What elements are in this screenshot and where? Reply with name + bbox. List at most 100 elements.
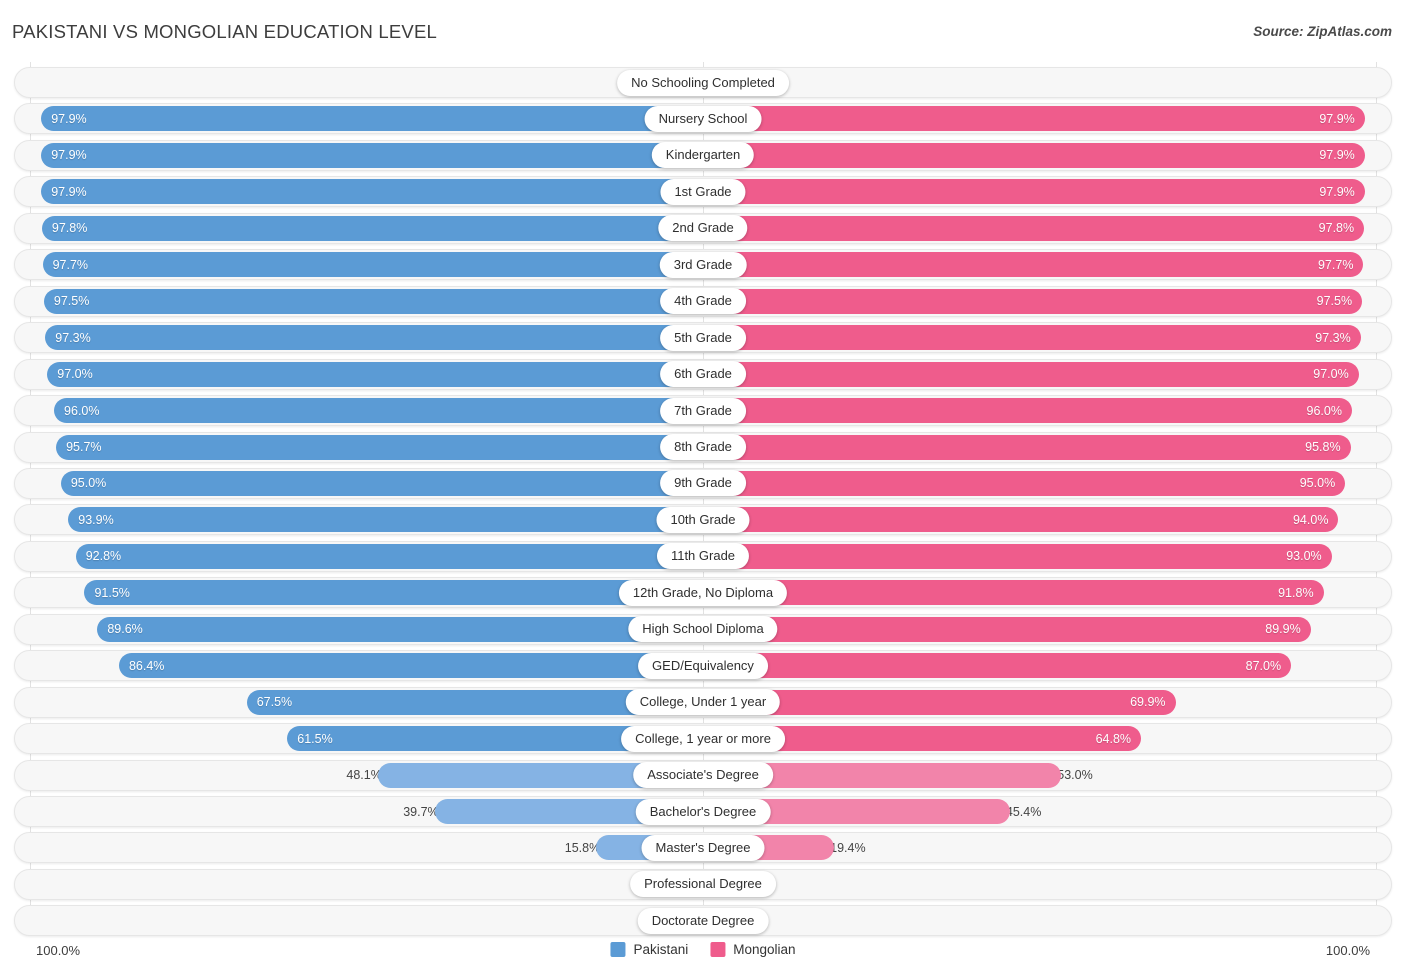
bar-mongolian[interactable]: 97.9% bbox=[703, 142, 1365, 168]
chart-row[interactable]: 96.0% 96.0% 7th Grade bbox=[14, 395, 1392, 427]
chart-row[interactable]: 89.6% 89.9% High School Diploma bbox=[14, 613, 1392, 645]
chart-row[interactable]: 93.9% 94.0% 10th Grade bbox=[14, 504, 1392, 536]
bar-mongolian[interactable]: 97.3% bbox=[703, 325, 1361, 351]
value-label-mongolian: 87.0% bbox=[1245, 658, 1282, 673]
chart-row-inner: 95.7% 95.8% 8th Grade bbox=[15, 433, 1391, 462]
chart-row[interactable]: 39.7% 45.4% Bachelor's Degree bbox=[14, 796, 1392, 827]
diverging-bar-chart: 2.1%2.1%No Schooling Completed97.9%97.9%… bbox=[0, 62, 1406, 937]
bar-mongolian[interactable]: 97.8% bbox=[703, 215, 1365, 241]
chart-row-inner: 89.6% 89.9% High School Diploma bbox=[15, 615, 1391, 644]
bar-mongolian[interactable]: 97.5% bbox=[703, 288, 1363, 314]
bar-mongolian[interactable]: 93.0% bbox=[703, 543, 1332, 569]
value-label-mongolian: 69.9% bbox=[1130, 695, 1166, 710]
value-label-pakistani: 39.7% bbox=[403, 804, 439, 819]
value-label-mongolian: 95.8% bbox=[1305, 440, 1341, 454]
chart-row[interactable]: 97.7% 97.7% 3rd Grade bbox=[14, 249, 1392, 281]
bar-mongolian[interactable]: 89.9% bbox=[703, 616, 1311, 642]
chart-row[interactable]: 97.9% 97.9% Kindergarten bbox=[14, 139, 1392, 171]
chart-row[interactable]: 97.8% 97.8% 2nd Grade bbox=[14, 212, 1392, 244]
value-label-mongolian: 97.8% bbox=[1318, 221, 1355, 236]
chart-row[interactable]: 92.8% 93.0% 11th Grade bbox=[14, 540, 1392, 572]
value-label-mongolian: 91.8% bbox=[1278, 585, 1314, 600]
value-label-pakistani: 91.5% bbox=[94, 585, 130, 600]
category-label: Master's Degree bbox=[641, 834, 765, 861]
chart-row-inner: 97.5% 97.5% 4th Grade bbox=[15, 287, 1391, 316]
bar-pakistani[interactable]: 95.7% bbox=[56, 434, 703, 460]
bar-pakistani[interactable]: 96.0% bbox=[54, 398, 703, 424]
bar-pakistani[interactable]: 91.5% bbox=[84, 580, 703, 606]
category-label: Nursery School bbox=[644, 105, 762, 132]
bar-mongolian[interactable]: 97.9% bbox=[703, 106, 1365, 132]
value-label-mongolian: 97.0% bbox=[1313, 367, 1349, 382]
value-label-pakistani: 93.9% bbox=[78, 512, 114, 527]
bar-pakistani[interactable]: 95.0% bbox=[60, 470, 703, 496]
chart-row[interactable]: 2.1%2.1%No Schooling Completed bbox=[14, 67, 1392, 98]
chart-row[interactable]: 61.5% 64.8% College, 1 year or more bbox=[14, 723, 1392, 755]
bar-mongolian[interactable]: 87.0% bbox=[703, 653, 1292, 679]
category-label: 9th Grade bbox=[660, 470, 746, 497]
value-label-pakistani: 15.8% bbox=[564, 840, 601, 855]
bar-mongolian[interactable]: 96.0% bbox=[703, 398, 1352, 424]
bar-mongolian[interactable]: 94.0% bbox=[703, 507, 1339, 533]
chart-row[interactable]: 48.1% 53.0% Associate's Degree bbox=[14, 759, 1392, 791]
value-label-mongolian: 45.4% bbox=[1005, 804, 1042, 819]
bar-pakistani[interactable]: 97.5% bbox=[43, 288, 703, 314]
category-label: 3rd Grade bbox=[659, 251, 747, 278]
bar-pakistani[interactable]: 97.3% bbox=[45, 325, 703, 351]
legend-label: Pakistani bbox=[633, 942, 689, 957]
chart-row-inner: 48.1% 53.0% Associate's Degree bbox=[15, 761, 1391, 790]
legend-item[interactable]: Mongolian bbox=[710, 942, 796, 957]
bar-mongolian[interactable]: 91.8% bbox=[703, 580, 1324, 606]
chart-row[interactable]: 2.0%2.8%Doctorate Degree bbox=[14, 905, 1392, 937]
bar-pakistani[interactable]: 89.6% bbox=[97, 616, 703, 642]
bar-mongolian[interactable]: 97.7% bbox=[703, 252, 1364, 278]
chart-row-inner: 97.9% 97.9% 1st Grade bbox=[15, 177, 1391, 206]
category-label: 11th Grade bbox=[656, 543, 750, 570]
category-label: Associate's Degree bbox=[633, 762, 773, 789]
chart-row-inner: 61.5% 64.8% College, 1 year or more bbox=[15, 724, 1391, 753]
bar-pakistani[interactable]: 97.9% bbox=[41, 106, 703, 132]
bar-pakistani[interactable]: 97.0% bbox=[47, 361, 703, 387]
value-label-pakistani: 67.5% bbox=[256, 695, 293, 710]
axis-label-left: 100.0% bbox=[36, 943, 81, 958]
bar-mongolian[interactable]: 97.9% bbox=[703, 179, 1365, 205]
bar-pakistani[interactable]: 97.8% bbox=[41, 215, 703, 241]
bar-pakistani[interactable]: 93.9% bbox=[68, 507, 703, 533]
chart-row[interactable]: 97.3% 97.3% 5th Grade bbox=[14, 322, 1392, 354]
chart-row[interactable]: 4.8%6.1%Professional Degree bbox=[14, 868, 1392, 900]
chart-row-inner: 4.8%6.1%Professional Degree bbox=[15, 870, 1391, 899]
bar-pakistani[interactable]: 97.7% bbox=[42, 252, 703, 278]
legend-item[interactable]: Pakistani bbox=[610, 942, 688, 957]
chart-row[interactable]: 97.5% 97.5% 4th Grade bbox=[14, 285, 1392, 317]
chart-row[interactable]: 95.0% 95.0% 9th Grade bbox=[14, 467, 1392, 499]
value-label-pakistani: 97.7% bbox=[52, 257, 89, 272]
bar-mongolian[interactable]: 97.0% bbox=[703, 361, 1359, 387]
value-label-pakistani: 89.6% bbox=[107, 622, 143, 637]
bar-pakistani[interactable]: 86.4% bbox=[118, 653, 703, 679]
value-label-pakistani: 95.0% bbox=[70, 476, 107, 491]
chart-row[interactable]: 97.9% 97.9% Nursery School bbox=[14, 103, 1392, 135]
chart-row[interactable]: 97.9% 97.9% 1st Grade bbox=[14, 176, 1392, 208]
chart-row-inner: 39.7% 45.4% Bachelor's Degree bbox=[15, 797, 1391, 826]
chart-row[interactable]: 15.8% 19.4% Master's Degree bbox=[14, 832, 1392, 864]
bar-pakistani[interactable]: 97.9% bbox=[41, 179, 703, 205]
chart-row[interactable]: 95.7% 95.8% 8th Grade bbox=[14, 431, 1392, 463]
chart-row-inner: 97.8% 97.8% 2nd Grade bbox=[15, 214, 1391, 243]
value-label-mongolian: 97.9% bbox=[1319, 148, 1355, 163]
chart-row[interactable]: 97.0% 97.0% 6th Grade bbox=[14, 358, 1392, 390]
chart-row[interactable]: 86.4% 87.0% GED/Equivalency bbox=[14, 650, 1392, 682]
category-label: 2nd Grade bbox=[658, 215, 748, 242]
chart-row-inner: 97.7% 97.7% 3rd Grade bbox=[15, 250, 1391, 279]
bar-pakistani[interactable]: 97.9% bbox=[41, 142, 703, 168]
category-label: 12th Grade, No Diploma bbox=[618, 579, 788, 606]
value-label-mongolian: 97.9% bbox=[1319, 111, 1355, 126]
bar-mongolian[interactable]: 95.8% bbox=[703, 434, 1351, 460]
category-label: 4th Grade bbox=[660, 288, 746, 315]
value-label-pakistani: 96.0% bbox=[64, 403, 100, 418]
bar-pakistani[interactable]: 92.8% bbox=[75, 543, 703, 569]
bar-mongolian[interactable]: 95.0% bbox=[703, 470, 1346, 496]
chart-row[interactable]: 91.5% 91.8% 12th Grade, No Diploma bbox=[14, 577, 1392, 609]
chart-row-inner: 91.5% 91.8% 12th Grade, No Diploma bbox=[15, 578, 1391, 607]
category-label: 6th Grade bbox=[660, 361, 746, 388]
chart-row[interactable]: 67.5% 69.9% College, Under 1 year bbox=[14, 686, 1392, 718]
